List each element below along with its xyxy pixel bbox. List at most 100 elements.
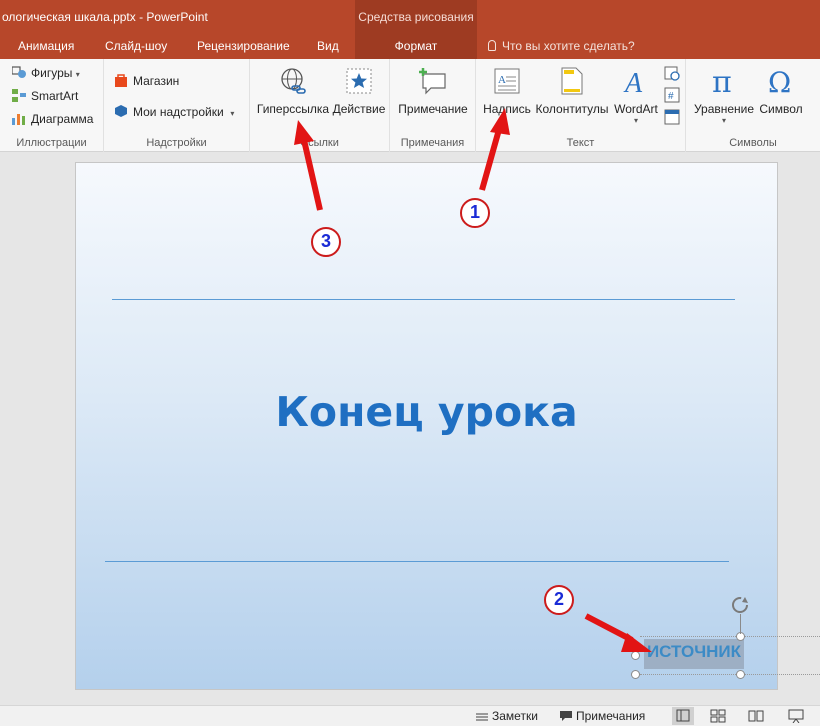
notes-icon [476,711,488,725]
group-links: Гиперссылка Действие Ссылки [250,59,390,152]
svg-text:π: π [712,66,732,96]
reading-view-button[interactable] [748,709,764,726]
addins-icon [114,104,128,117]
resize-handle-bottom-left[interactable] [631,670,640,679]
resize-handle-bottom-right[interactable] [736,670,745,679]
wordart-icon: A [610,63,662,99]
chart-label: Диаграмма [31,112,94,126]
hyperlink-button[interactable]: Гиперссылка [256,63,330,116]
shapes-button[interactable]: Фигуры ▾ [11,63,80,83]
chevron-down-icon: ▾ [230,109,235,118]
slide-title[interactable]: Конец урока [76,388,777,436]
annotation-marker-1: 1 [460,198,490,228]
header-footer-label: Колонтитулы [535,102,609,116]
smartart-button[interactable]: SmartArt [12,86,78,106]
textbox-button[interactable]: A Надпись [482,63,532,116]
rotate-stem [740,614,741,634]
top-divider-line [112,299,735,300]
shapes-icon [11,65,26,78]
chart-button[interactable]: Диаграмма [12,109,93,129]
comment-button[interactable]: Примечание [396,63,470,116]
store-button[interactable]: Магазин [114,71,179,91]
status-bar: Заметки Примечания [0,705,820,726]
date-time-button[interactable] [664,65,680,85]
reading-view-icon [748,710,764,722]
textbox-text[interactable]: ИСТОЧНИК [644,642,744,662]
tell-me-text: Что вы хотите сделать? [502,39,635,53]
textbox-icon: A [482,63,532,99]
source-textbox[interactable]: ИСТОЧНИК [636,636,744,674]
group-text: A Надпись Колонтитулы A WordArt ▾ # Текс… [476,59,686,152]
slideshow-view-icon [788,709,804,724]
notes-button[interactable]: Заметки [476,709,538,725]
header-footer-button[interactable]: Колонтитулы [534,63,610,116]
comment-icon [396,63,470,99]
symbol-label: Символ [759,102,803,116]
pi-icon: π [692,63,756,99]
slide-number-button[interactable]: # [664,87,680,107]
chevron-down-icon: ▾ [75,70,80,79]
tab-animation[interactable]: Анимация [18,34,74,59]
tab-format[interactable]: Формат [355,34,477,59]
resize-handle-left[interactable] [631,651,640,660]
equation-button[interactable]: π Уравнение ▾ [692,63,756,125]
wordart-button[interactable]: A WordArt ▾ [610,63,662,125]
ribbon: Фигуры ▾ SmartArt Диаграмма Иллюстрации … [0,59,820,152]
action-label: Действие [332,102,386,116]
group-label-addins: Надстройки [146,137,207,149]
slide-number-icon: # [664,87,680,103]
svg-text:A: A [498,74,506,86]
object-button[interactable] [664,109,680,129]
annotation-marker-3: 3 [311,227,341,257]
group-label-links: Ссылки [300,137,339,149]
group-symbols: π Уравнение ▾ Ω Символ Символы [686,59,820,152]
svg-text:Ω: Ω [768,66,791,96]
textbox-label: Надпись [483,102,531,116]
globe-link-icon [256,63,330,99]
equation-label: Уравнение [693,102,755,116]
drawing-tools-header: Средства рисования [355,0,477,34]
rotate-handle-icon[interactable] [730,595,750,615]
store-label: Магазин [133,74,180,88]
hyperlink-label: Гиперссылка [256,102,330,116]
object-icon [664,109,680,125]
smartart-label: SmartArt [31,89,79,103]
group-label-symbols: Символы [729,137,777,149]
header-footer-icon [534,63,610,99]
smartart-icon [12,88,26,102]
normal-view-button[interactable] [672,707,694,725]
comments-status-label: Примечания [576,709,646,723]
star-action-icon [332,63,386,99]
group-label-text: Текст [566,137,595,149]
store-icon [114,73,128,87]
my-addins-label: Мои надстройки [133,105,224,119]
tab-view[interactable]: Вид [317,34,339,59]
wordart-label: WordArt [614,102,658,116]
slide-sorter-button[interactable] [710,709,726,726]
tab-slideshow[interactable]: Слайд-шоу [105,34,167,59]
notes-label: Заметки [492,709,538,723]
svg-text:#: # [668,91,674,102]
group-illustrations: Фигуры ▾ SmartArt Диаграмма Иллюстрации [0,59,104,152]
annotation-marker-2: 2 [544,585,574,615]
normal-view-icon [676,709,690,722]
group-comments: Примечание Примечания [390,59,476,152]
tell-me-box[interactable]: Что вы хотите сделать? [488,34,635,59]
slide-canvas[interactable]: Конец урока [75,162,778,690]
comments-status-button[interactable]: Примечания [560,709,645,725]
action-button[interactable]: Действие [332,63,386,116]
lightbulb-icon [488,40,496,51]
slideshow-view-button[interactable] [788,709,804,726]
slide-sorter-icon [710,709,726,723]
ribbon-tabs: Анимация Слайд-шоу Рецензирование Вид Фо… [0,34,820,59]
window-title: ологическая шкала.pptx - PowerPoint [2,10,208,24]
date-time-icon [664,66,680,81]
group-addins: Магазин Мои надстройки ▾ Надстройки [104,59,250,152]
symbol-button[interactable]: Ω Символ [756,63,806,116]
selection-guide-bottom [640,674,820,675]
my-addins-button[interactable]: Мои надстройки ▾ [114,102,234,122]
comment-bubble-icon [560,711,572,725]
title-bar: ологическая шкала.pptx - PowerPoint Сред… [0,0,820,34]
tab-review[interactable]: Рецензирование [197,34,290,59]
shapes-label: Фигуры [31,66,73,80]
